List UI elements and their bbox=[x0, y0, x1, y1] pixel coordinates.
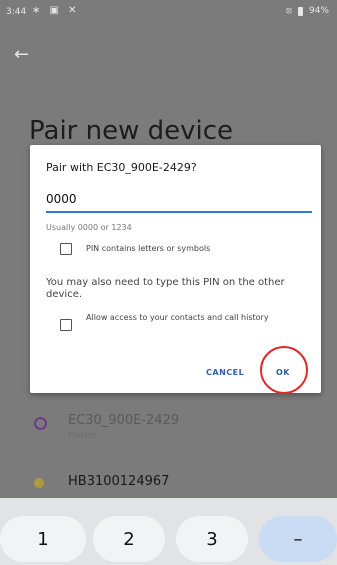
back-arrow-icon[interactable]: ← bbox=[14, 44, 29, 65]
key-3[interactable]: 3 bbox=[176, 516, 248, 562]
key-2[interactable]: 2 bbox=[93, 516, 165, 562]
pin-letters-checkbox[interactable] bbox=[60, 243, 72, 255]
numeric-keyboard: 1 2 3 – bbox=[0, 498, 337, 565]
status-right: ⦻ 94% bbox=[286, 6, 329, 16]
pin-input[interactable] bbox=[46, 187, 312, 213]
vibrate-off-icon: ⦻ bbox=[286, 6, 292, 16]
device-status: Paired bbox=[68, 431, 96, 441]
pin-letters-label: PIN contains letters or symbols bbox=[86, 244, 211, 253]
screen: 3:44 ∗ ▣ ✕ ⦻ 94% ← Pair new device EC30_… bbox=[0, 0, 337, 565]
headset-icon bbox=[34, 417, 47, 430]
dialog-title: Pair with EC30_900E-2429? bbox=[46, 161, 197, 174]
device-name: HB3100124967 bbox=[68, 474, 170, 489]
device-dot-icon bbox=[34, 478, 44, 488]
notification-icons: ∗ ▣ ✕ bbox=[32, 5, 80, 16]
allow-access-label: Allow access to your contacts and call h… bbox=[86, 313, 269, 322]
cancel-button[interactable]: CANCEL bbox=[206, 368, 244, 377]
battery-level: 94% bbox=[308, 6, 329, 16]
battery-icon bbox=[297, 6, 303, 16]
pin-info-text: You may also need to type this PIN on th… bbox=[46, 277, 285, 300]
device-row[interactable]: EC30_900E-2429 Paired bbox=[0, 405, 337, 445]
allow-access-checkbox[interactable] bbox=[60, 319, 72, 331]
key-dash[interactable]: – bbox=[259, 516, 337, 562]
pin-hint: Usually 0000 or 1234 bbox=[46, 223, 132, 232]
page-title: Pair new device bbox=[29, 116, 234, 146]
ok-highlight-circle bbox=[260, 346, 308, 394]
status-bar: 3:44 ∗ ▣ ✕ ⦻ 94% bbox=[0, 0, 337, 26]
status-time: 3:44 bbox=[6, 7, 27, 17]
key-1[interactable]: 1 bbox=[0, 516, 86, 562]
device-name: EC30_900E-2429 bbox=[68, 413, 180, 428]
